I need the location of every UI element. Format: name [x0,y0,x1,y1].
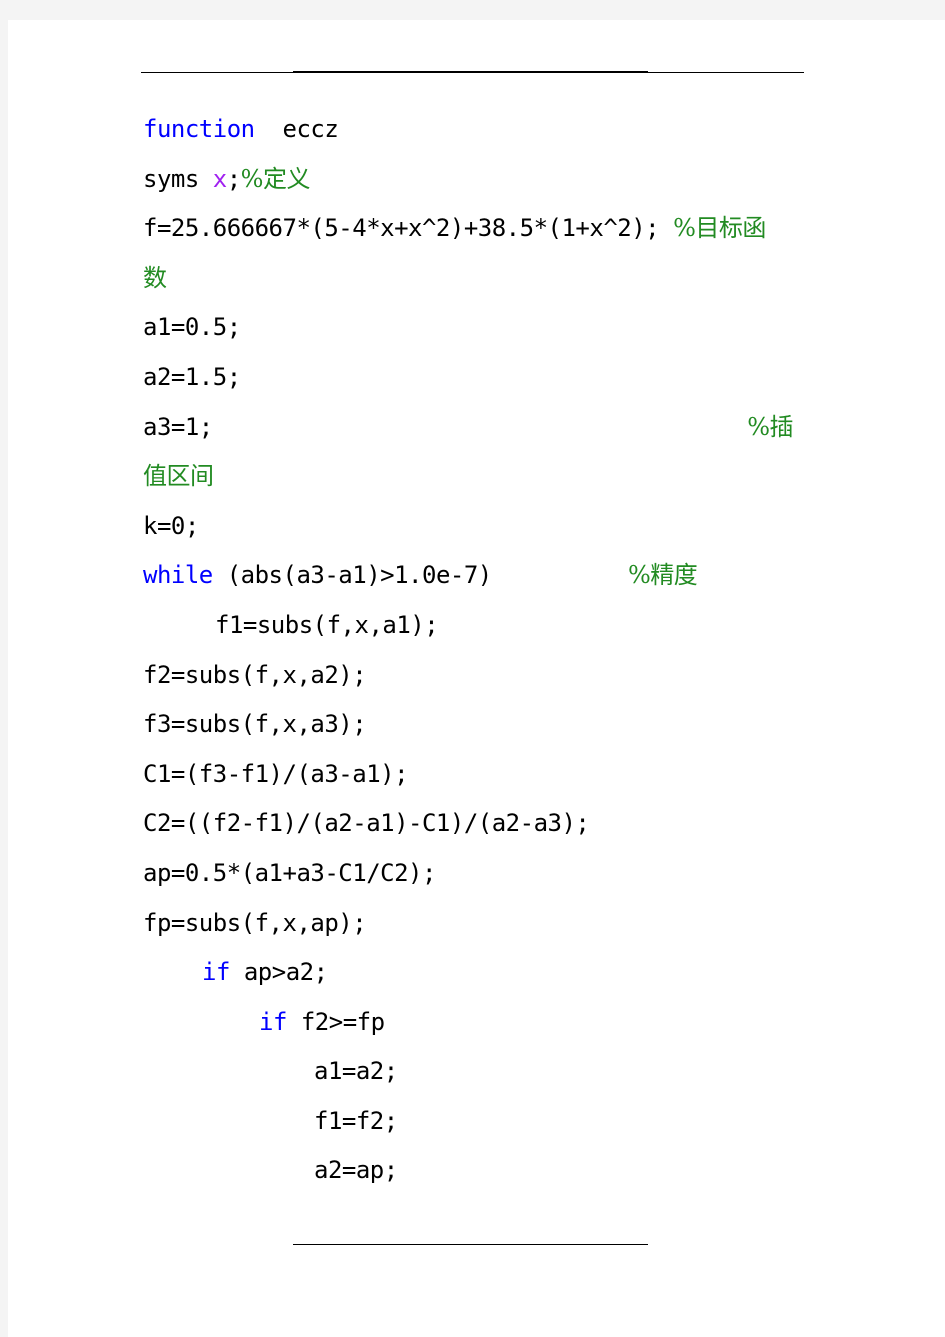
header-rule-accent [293,71,648,73]
code-line-syms: syms x;%定义 [143,158,803,208]
comment: %插 [747,412,793,441]
code-line-a3: a3=1; %插 [143,406,803,456]
code-line-f1: f1=subs(f,x,a1); [143,604,803,654]
code-text: f3=subs(f,x,a3); [143,710,367,739]
code-line-a1: a1=0.5; [143,306,803,356]
code-line-assign-a1: a1=a2; [143,1050,803,1100]
code-line-ap: ap=0.5*(a1+a3-C1/C2); [143,852,803,902]
code-line-function: function eccz [143,108,803,158]
code-line-f2: f2=subs(f,x,a2); [143,654,803,704]
comment: 值区间 [143,462,214,491]
code-text: f1=f2; [314,1106,398,1135]
code-text: C2=((f2-f1)/(a2-a1)-C1)/(a2-a3); [143,809,590,838]
code-text: ap=0.5*(a1+a3-C1/C2); [143,858,436,887]
code-line-f3: f3=subs(f,x,a3); [143,703,803,753]
code-line-fp: fp=subs(f,x,ap); [143,902,803,952]
code-text: a3=1; [143,412,213,441]
keyword-function: function [143,115,255,143]
code-line-a2: a2=1.5; [143,356,803,406]
code-text: syms [143,164,213,193]
code-line-comment-wrap: 数 [143,257,803,307]
symbolic-variable: x [212,164,227,193]
code-text: C1=(f3-f1)/(a3-a1); [143,759,409,788]
code-line-c2: C2=((f2-f1)/(a2-a1)-C1)/(a2-a3); [143,802,803,852]
code-text: f1=subs(f,x,a1); [215,610,439,639]
comment: 数 [143,263,167,292]
keyword-if: if [259,1007,287,1036]
code-line-comment-wrap: 值区间 [143,455,803,505]
code-text: (abs(a3-a1)>1.0e-7) [212,561,493,590]
code-text: fp=subs(f,x,ap); [143,908,367,937]
footer-rule [293,1244,648,1245]
code-line-if-ap: if ap>a2; [143,951,803,1001]
keyword-if: if [202,958,230,987]
code-line-c1: C1=(f3-f1)/(a3-a1); [143,753,803,803]
code-line-assign-a2: a2=ap; [143,1149,803,1199]
code-line-if-f2: if f2>=fp [143,1001,803,1051]
keyword-while: while [143,561,213,590]
comment: %目标函 [673,214,766,243]
code-line-assign-f1: f1=f2; [143,1100,803,1150]
comment: %精度 [628,561,698,590]
function-name: eccz [254,115,339,143]
code-text: f2>=fp [286,1007,385,1036]
code-line-k: k=0; [143,505,803,555]
code-block: function eccz syms x;%定义 f=25.666667*(5-… [143,108,803,1199]
code-text: k=0; [143,511,199,540]
code-text: a2=1.5; [143,362,241,391]
code-text: a2=ap; [314,1156,398,1185]
comment: %定义 [240,164,311,193]
code-line-while: while (abs(a3-a1)>1.0e-7) %精度 [143,554,803,604]
code-text: f2=subs(f,x,a2); [143,660,367,689]
code-text: ap>a2; [229,958,328,987]
code-text: ; [226,164,241,193]
code-line-objective: f=25.666667*(5-4*x+x^2)+38.5*(1+x^2); %目… [143,207,803,257]
code-text: f=25.666667*(5-4*x+x^2)+38.5*(1+x^2); [143,214,674,243]
code-text: a1=a2; [314,1057,398,1086]
code-text: a1=0.5; [143,313,241,342]
